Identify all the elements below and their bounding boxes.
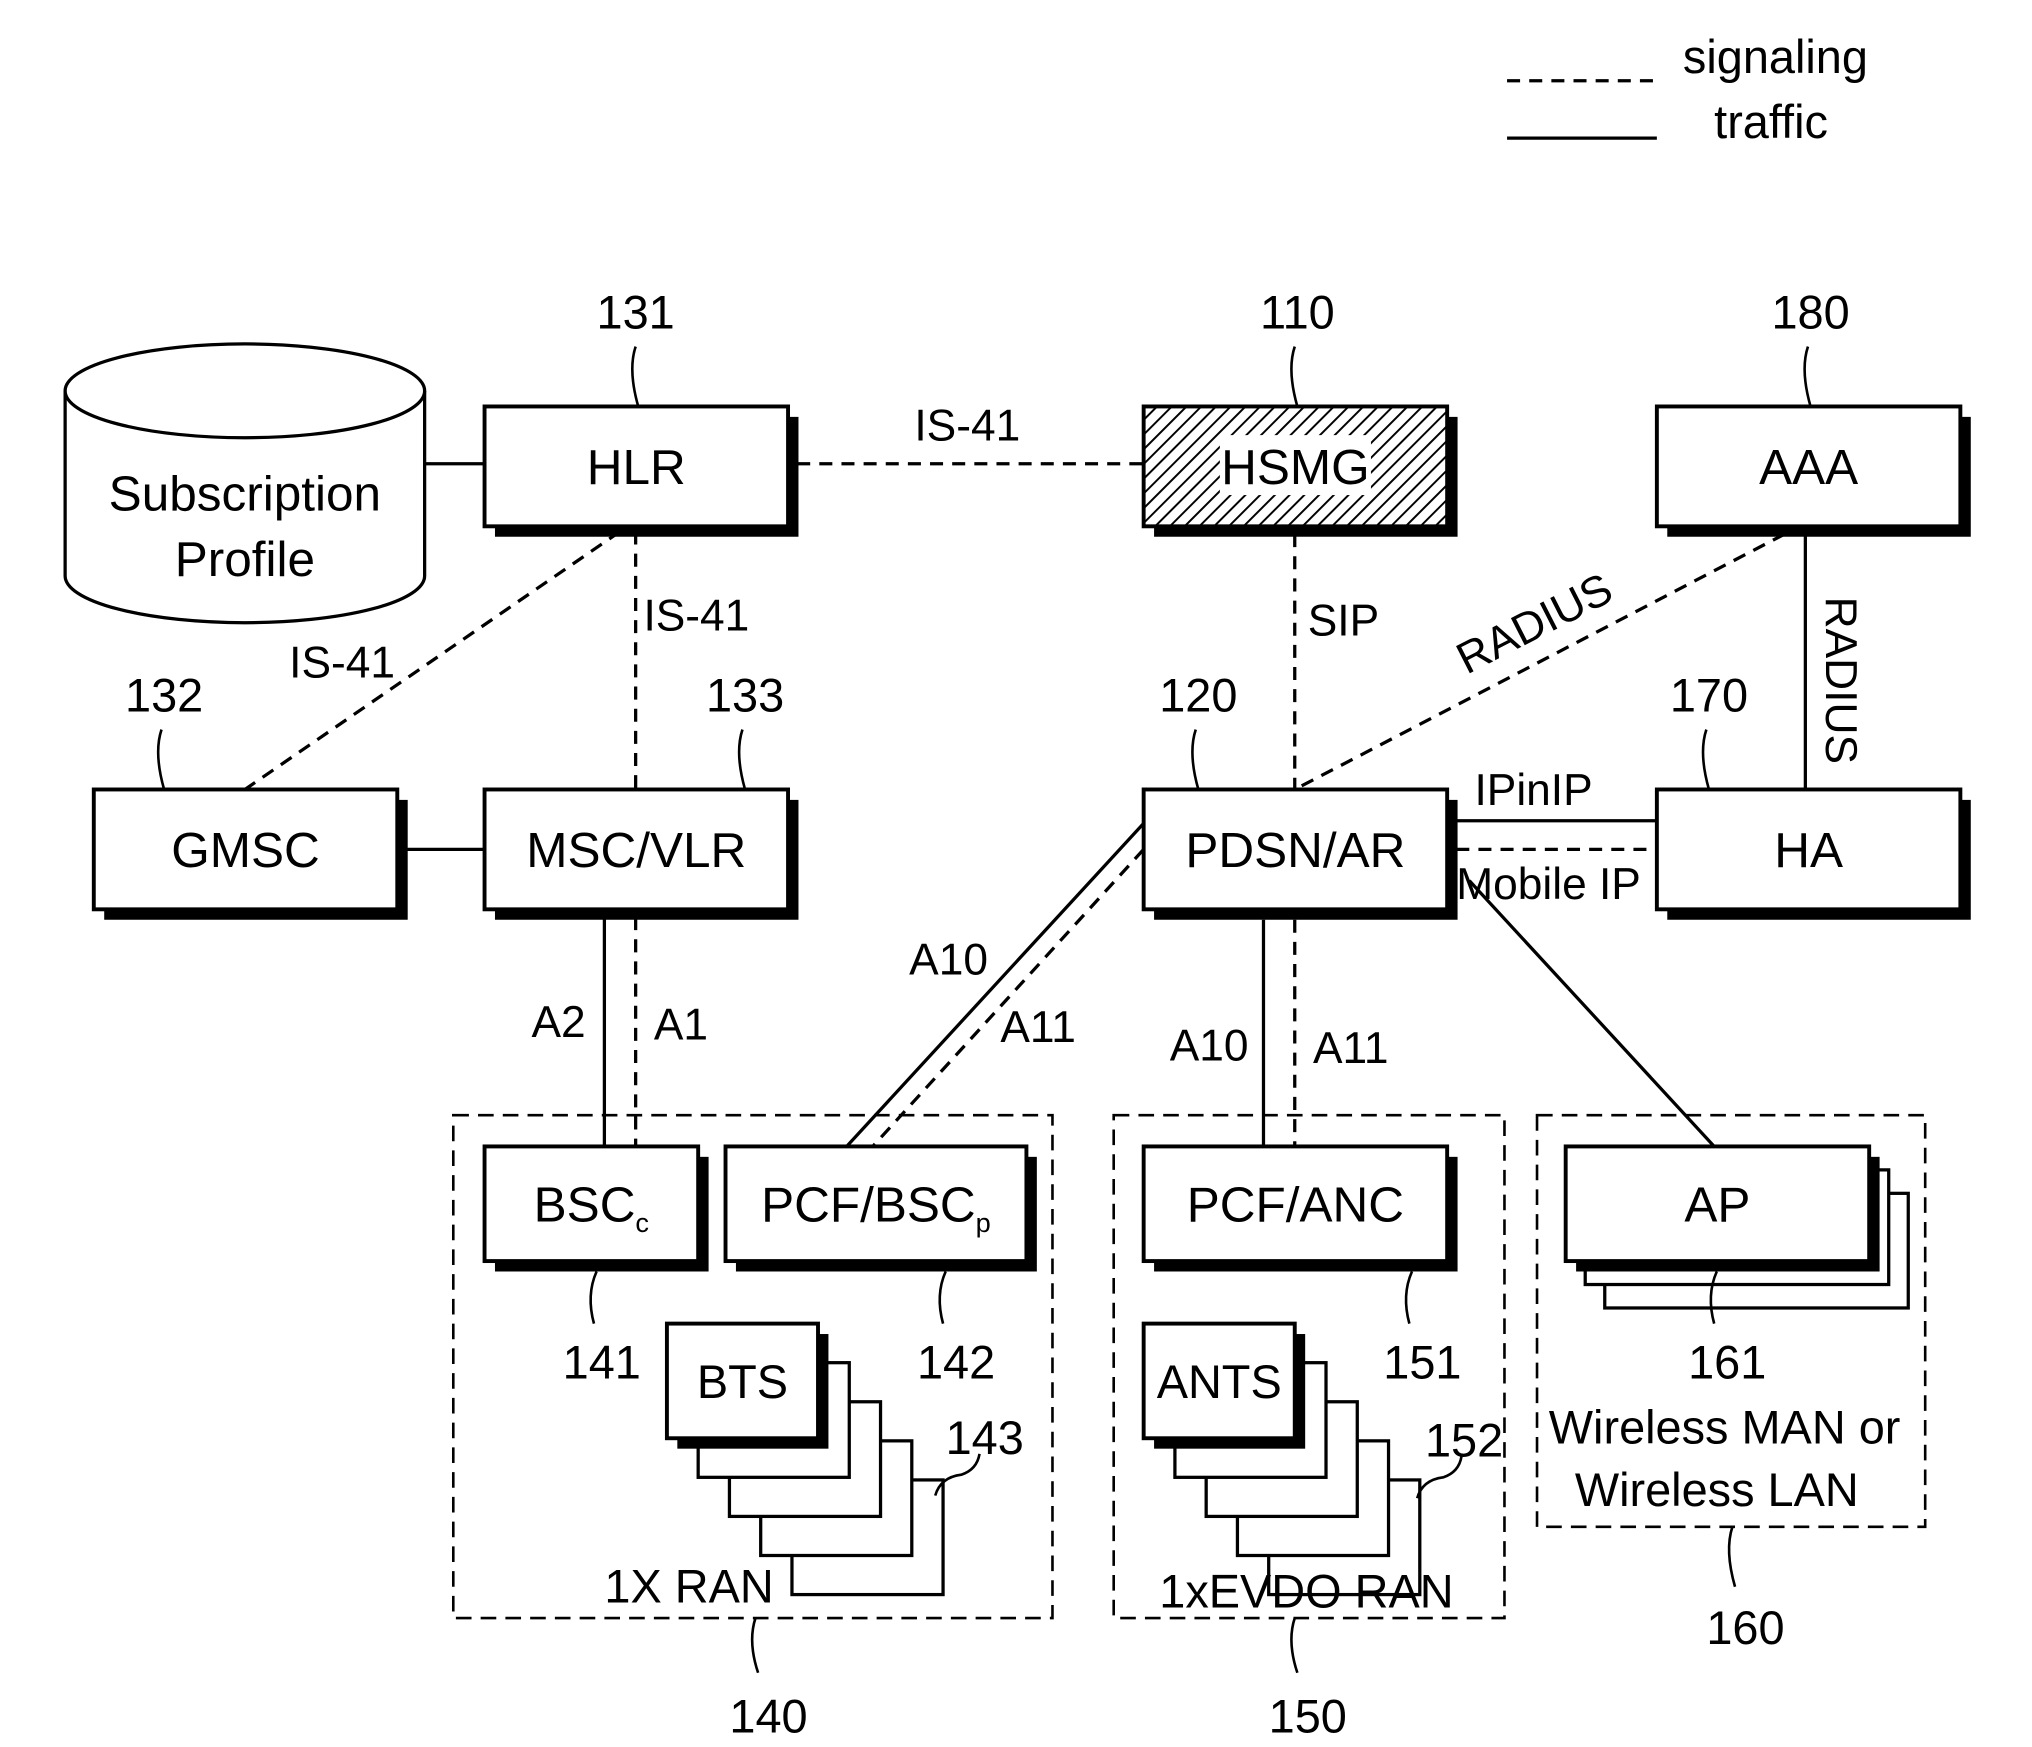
- link-label-pdsn-pcfanc-traffic: A10: [1170, 1021, 1249, 1070]
- group-1xevdo-ran-label: 1xEVDO RAN: [1159, 1566, 1453, 1618]
- reference-number: 161: [1688, 1336, 1766, 1388]
- group-wireless-leader: [1727, 1526, 1737, 1588]
- reference-leader: [631, 346, 640, 407]
- subscription-profile-line2: Profile: [175, 532, 315, 587]
- reference-leader: [1701, 729, 1711, 790]
- reference-number: 132: [125, 669, 203, 721]
- legend-signaling-label: signaling: [1683, 31, 1868, 83]
- node-hlr[interactable]: HLR 131: [482, 286, 799, 537]
- legend: signaling traffic: [1507, 31, 1868, 148]
- reference-leader: [156, 729, 166, 790]
- link-label-pdsn-ha-signal: Mobile IP: [1456, 860, 1641, 909]
- link-label-msc-bsc-traffic: A2: [531, 998, 585, 1047]
- reference-leader: [1404, 1270, 1414, 1324]
- reference-number: 131: [597, 286, 675, 338]
- group-wireless-line2: Wireless LAN: [1575, 1464, 1859, 1516]
- reference-leader: [938, 1270, 947, 1324]
- group-1xevdo-ran-ref: 150: [1269, 1691, 1347, 1743]
- reference-leader: [1191, 729, 1200, 790]
- node-label: HSMG: [1221, 440, 1369, 495]
- subscription-profile-database[interactable]: Subscription Profile: [63, 342, 427, 625]
- link-label-hlr-hsmg: IS-41: [914, 401, 1020, 450]
- reference-number: 141: [563, 1336, 641, 1388]
- reference-leader: [589, 1270, 598, 1324]
- node-label: PCF/BSCp: [761, 1178, 991, 1238]
- subscription-profile-line1: Subscription: [109, 467, 381, 522]
- node-ha[interactable]: HA 170: [1654, 669, 1971, 920]
- node-label: BSCc: [534, 1178, 649, 1238]
- network-architecture-diagram: signaling traffic IS-41 IS-41 IS-41 SIP …: [63, 31, 1971, 1743]
- link-label-pdsn-ha-traffic: IPinIP: [1475, 766, 1593, 815]
- node-label: HA: [1774, 823, 1843, 878]
- node-label: BTS: [697, 1356, 788, 1408]
- reference-number: 133: [706, 669, 784, 721]
- link-label-pdsn-pcfanc-signal: A11: [1313, 1024, 1389, 1073]
- node-ap[interactable]: AP 161: [1563, 1144, 1910, 1388]
- node-label: AAA: [1759, 440, 1858, 495]
- group-1x-ran-ref: 140: [729, 1691, 807, 1743]
- node-label: MSC/VLR: [526, 823, 746, 878]
- database-top: [63, 342, 427, 440]
- link-pdsn-pcfbsc-signal: [871, 848, 1145, 1148]
- node-label: PDSN/AR: [1185, 823, 1405, 878]
- group-1x-ran-label: 1X RAN: [604, 1560, 773, 1612]
- node-label: AP: [1684, 1178, 1750, 1233]
- node-hsmg[interactable]: HSMG 110: [1141, 286, 1458, 537]
- legend-traffic-label: traffic: [1714, 96, 1828, 148]
- reference-number: 142: [917, 1336, 995, 1388]
- node-label: HLR: [587, 440, 686, 495]
- link-label-aaa-pdsn: RADIUS: [1449, 564, 1620, 684]
- node-label-subscript: c: [635, 1207, 649, 1238]
- link-label-hsmg-pdsn: SIP: [1308, 597, 1379, 646]
- reference-leader: [737, 729, 747, 790]
- link-label-aaa-ha: RADIUS: [1816, 597, 1865, 764]
- node-label-subscript: p: [976, 1207, 991, 1238]
- link-label-pdsn-pcfbsc-signal: A11: [1000, 1003, 1076, 1052]
- reference-number: 120: [1159, 669, 1237, 721]
- link-label-hlr-gmsc: IS-41: [289, 638, 395, 687]
- reference-leader: [1290, 346, 1299, 407]
- node-label: PCF/ANC: [1187, 1178, 1404, 1233]
- reference-number: 180: [1771, 286, 1849, 338]
- reference-number: 110: [1260, 286, 1335, 338]
- group-wireless-ref: 160: [1706, 1602, 1784, 1654]
- reference-number: 170: [1670, 669, 1748, 721]
- group-1xevdo-ran-leader: [1290, 1617, 1299, 1674]
- reference-number: 143: [946, 1412, 1024, 1464]
- node-label: ANTS: [1157, 1356, 1282, 1408]
- link-label-pdsn-pcfbsc-traffic: A10: [909, 935, 988, 984]
- node-gmsc[interactable]: GMSC 132: [91, 669, 408, 920]
- group-1x-ran-leader: [750, 1617, 760, 1674]
- node-pdsn-ar[interactable]: PDSN/AR 120: [1141, 669, 1458, 920]
- group-wireless-line1: Wireless MAN or: [1549, 1401, 1901, 1453]
- link-label-hlr-msc: IS-41: [643, 592, 749, 641]
- link-aaa-pdsn: [1293, 532, 1786, 791]
- link-label-msc-bsc-signal: A1: [654, 1001, 708, 1050]
- node-aaa[interactable]: AAA 180: [1654, 286, 1971, 537]
- reference-number: 152: [1425, 1414, 1503, 1466]
- link-pdsn-pcfbsc-traffic: [845, 822, 1145, 1148]
- reference-number: 151: [1383, 1336, 1461, 1388]
- node-label: GMSC: [171, 823, 319, 878]
- link-pdsn-ap: [1468, 879, 1716, 1148]
- node-msc-vlr[interactable]: MSC/VLR 133: [482, 669, 799, 920]
- reference-leader: [1803, 346, 1812, 407]
